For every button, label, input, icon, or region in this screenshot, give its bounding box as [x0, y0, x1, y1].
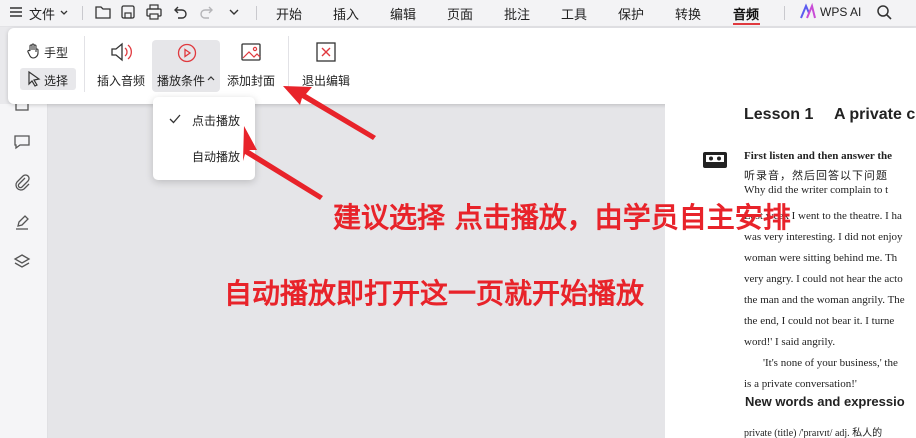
annotation-line-2: 自动播放即打开这一页就开始播放: [224, 277, 645, 310]
arrow-to-click-play: [243, 126, 323, 200]
arrow-to-add-cover: [283, 86, 376, 140]
annotation-line-1: 建议选择 点击播放，由学员自主安排: [333, 201, 791, 234]
